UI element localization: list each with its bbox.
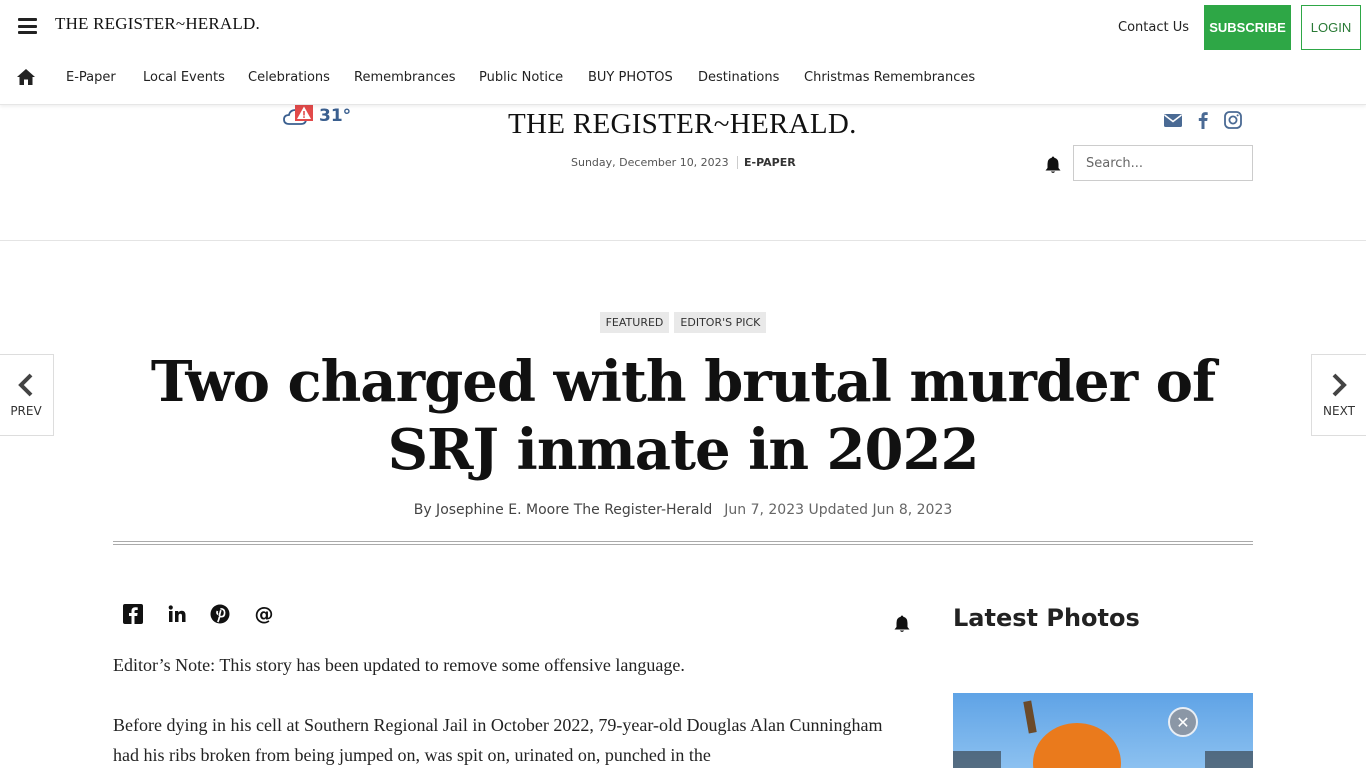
publish-dates: Jun 7, 2023 Updated Jun 8, 2023 [724,502,953,518]
nav-item-e-paper[interactable]: E-Paper [66,70,116,85]
article-paragraph: Before dying in his cell at Southern Reg… [113,715,883,765]
epaper-link[interactable]: E-PAPER [737,156,796,169]
latest-photos-heading: Latest Photos [953,604,1140,632]
prev-article-button[interactable]: PREV [0,354,54,436]
carousel-next-button[interactable] [1205,751,1253,768]
article-headline: Two charged with brutal murder of SRJ in… [150,349,1216,483]
menu-icon[interactable] [18,18,37,34]
linkedin-share-icon[interactable] [166,603,188,625]
author-link[interactable]: By Josephine E. Moore The Register-Heral… [414,502,713,518]
email-icon[interactable] [1163,110,1183,130]
byline: By Josephine E. Moore The Register-Heral… [0,502,1366,518]
top-bar: THE REGISTER~HERALD. Contact Us SUBSCRIB… [0,0,1366,105]
notification-bell-icon[interactable] [1044,155,1062,175]
nav-item-christmas-remembrances[interactable]: Christmas Remembrances [804,70,975,85]
weather-widget[interactable]: 31° [283,104,351,128]
brand-logo[interactable]: THE REGISTER~HERALD. [508,108,857,141]
chevron-right-icon [1332,373,1347,397]
nav-item-public-notice[interactable]: Public Notice [479,70,563,85]
weather-alert-icon [283,104,313,125]
brand-logo-small[interactable]: THE REGISTER~HERALD. [55,14,260,34]
facebook-share-icon[interactable] [122,603,144,625]
facebook-icon[interactable] [1193,110,1213,130]
login-button[interactable]: LOGIN [1301,5,1361,50]
nav-item-remembrances[interactable]: Remembrances [354,70,456,85]
photo-image [1033,723,1121,768]
current-date: Sunday, December 10, 2023 [571,156,729,169]
latest-photo-carousel[interactable]: ✕ [953,693,1253,768]
nav-item-destinations[interactable]: Destinations [698,70,779,85]
temperature: 31° [319,106,352,126]
email-share-icon[interactable]: @ [253,603,275,625]
close-icon[interactable]: ✕ [1168,707,1198,737]
subscribe-button[interactable]: SUBSCRIBE [1204,5,1291,50]
nav-item-celebrations[interactable]: Celebrations [248,70,330,85]
article-paragraph: Editor’s Note: This story has been updat… [113,655,685,675]
home-icon[interactable] [16,68,36,86]
notification-bell-icon[interactable] [893,614,911,634]
search-input[interactable] [1073,145,1253,181]
header-divider [113,541,1253,545]
next-label: NEXT [1323,404,1355,418]
prev-label: PREV [10,404,42,418]
photo-stem [1023,700,1037,734]
masthead-divider [0,240,1366,241]
nav-item-local-events[interactable]: Local Events [143,70,225,85]
nav-item-buy-photos[interactable]: BUY PHOTOS [588,70,673,85]
tag-featured[interactable]: FEATURED [599,312,670,333]
chevron-left-icon [18,373,33,397]
article-tags: FEATURED EDITOR'S PICK [0,312,1366,333]
next-article-button[interactable]: NEXT [1311,354,1366,436]
contact-us-link[interactable]: Contact Us [1118,20,1189,35]
pinterest-share-icon[interactable] [209,603,231,625]
svg-text:@: @ [255,603,274,625]
instagram-icon[interactable] [1223,110,1243,130]
carousel-prev-button[interactable] [953,751,1001,768]
tag-editors-pick[interactable]: EDITOR'S PICK [674,312,767,333]
